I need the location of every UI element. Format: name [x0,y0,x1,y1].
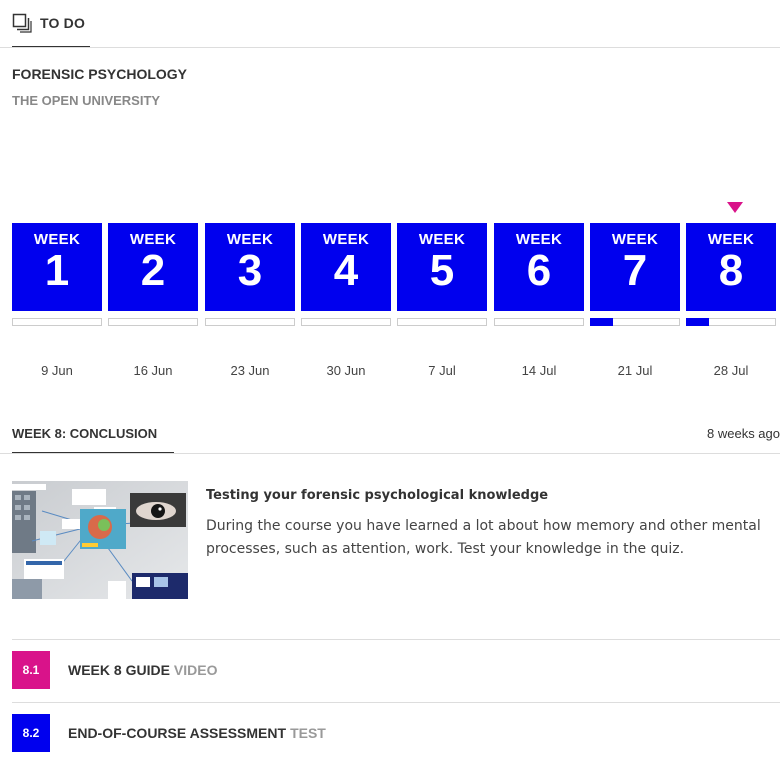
week-date: 9 Jun [41,363,73,378]
week-date: 28 Jul [713,363,749,378]
week-section-heading[interactable]: WEEK 8: CONCLUSION [12,426,157,441]
week-1-tile[interactable]: WEEK 1 [12,223,102,326]
step-title: END-OF-COURSE ASSESSMENT [68,725,287,741]
course-todo-page: TO DO FORENSIC PSYCHOLOGY THE OPEN UNIVE… [0,0,780,760]
week-date: 23 Jun [230,363,270,378]
section-divider [0,453,780,454]
feature-thumbnail[interactable] [12,481,188,599]
week-box: WEEK 6 [494,223,584,311]
week-number: 3 [237,246,263,295]
step-item[interactable]: 8.1 WEEK 8 GUIDE VIDEO [12,651,780,689]
week-box: WEEK 2 [108,223,198,311]
week-number: 1 [44,246,70,295]
week-label: WEEK [707,231,755,248]
week-label: WEEK [611,231,659,248]
week-date: 14 Jul [521,363,557,378]
week-6-tile[interactable]: WEEK 6 [494,223,584,326]
week-label: WEEK [33,231,81,248]
week-number: 5 [429,246,455,295]
week-box: WEEK 8 [686,223,776,311]
week-label: WEEK [418,231,466,248]
todo-tab-label: TO DO [40,15,86,31]
course-title[interactable]: FORENSIC PSYCHOLOGY [12,66,187,82]
step-type: VIDEO [173,662,218,678]
week-label: WEEK [322,231,370,248]
week-box: WEEK 4 [301,223,391,311]
week-progress-fill [686,318,709,326]
week-navigator: WEEK 1 9 Jun WEEK 2 16 Jun WEEK 3 23 Jun WEEK 4 30 … [12,223,780,378]
todo-tab[interactable]: TO DO [12,10,85,36]
week-8-tile[interactable]: WEEK 8 [686,223,776,326]
week-progress-bar [686,318,776,326]
week-date: 16 Jun [133,363,173,378]
week-7-tile[interactable]: WEEK 7 [590,223,680,326]
week-3-tile[interactable]: WEEK 3 [205,223,295,326]
week-2-tile[interactable]: WEEK 2 [108,223,198,326]
week-box: WEEK 7 [590,223,680,311]
week-box: WEEK 1 [12,223,102,311]
course-provider[interactable]: THE OPEN UNIVERSITY [12,93,160,108]
week-progress-bar [108,318,198,326]
feature-thumbnail-image [12,481,188,599]
week-box: WEEK 5 [397,223,487,311]
week-date: 21 Jul [617,363,653,378]
week-date: 7 Jul [428,363,456,378]
todo-icon [12,13,32,33]
week-number: 2 [140,246,166,295]
step-title: WEEK 8 GUIDE [68,662,170,678]
header-divider [0,47,780,48]
week-5-tile[interactable]: WEEK 5 [397,223,487,326]
week-progress-bar [301,318,391,326]
week-number: 7 [622,246,648,295]
week-label: WEEK [226,231,274,248]
current-week-marker-icon [727,202,743,213]
week-progress-bar [397,318,487,326]
week-number: 8 [718,246,744,295]
week-number: 4 [333,246,359,295]
step-divider [12,639,780,640]
step-item[interactable]: 8.2 END-OF-COURSE ASSESSMENT TEST [12,714,780,752]
week-time-ago: 8 weeks ago [707,426,780,441]
week-progress-bar [205,318,295,326]
step-divider [12,702,780,703]
week-progress-bar [12,318,102,326]
week-date: 30 Jun [326,363,366,378]
week-4-tile[interactable]: WEEK 4 [301,223,391,326]
week-label: WEEK [515,231,563,248]
week-number: 6 [526,246,552,295]
week-box: WEEK 3 [205,223,295,311]
step-number-badge: 8.1 [12,651,50,689]
week-label: WEEK [129,231,177,248]
week-progress-bar [590,318,680,326]
feature-description: During the course you have learned a lot… [206,518,761,557]
week-progress-bar [494,318,584,326]
feature-title[interactable]: Testing your forensic psychological know… [206,488,548,503]
week-progress-fill [590,318,613,326]
step-type: TEST [290,725,326,741]
step-number-badge: 8.2 [12,714,50,752]
